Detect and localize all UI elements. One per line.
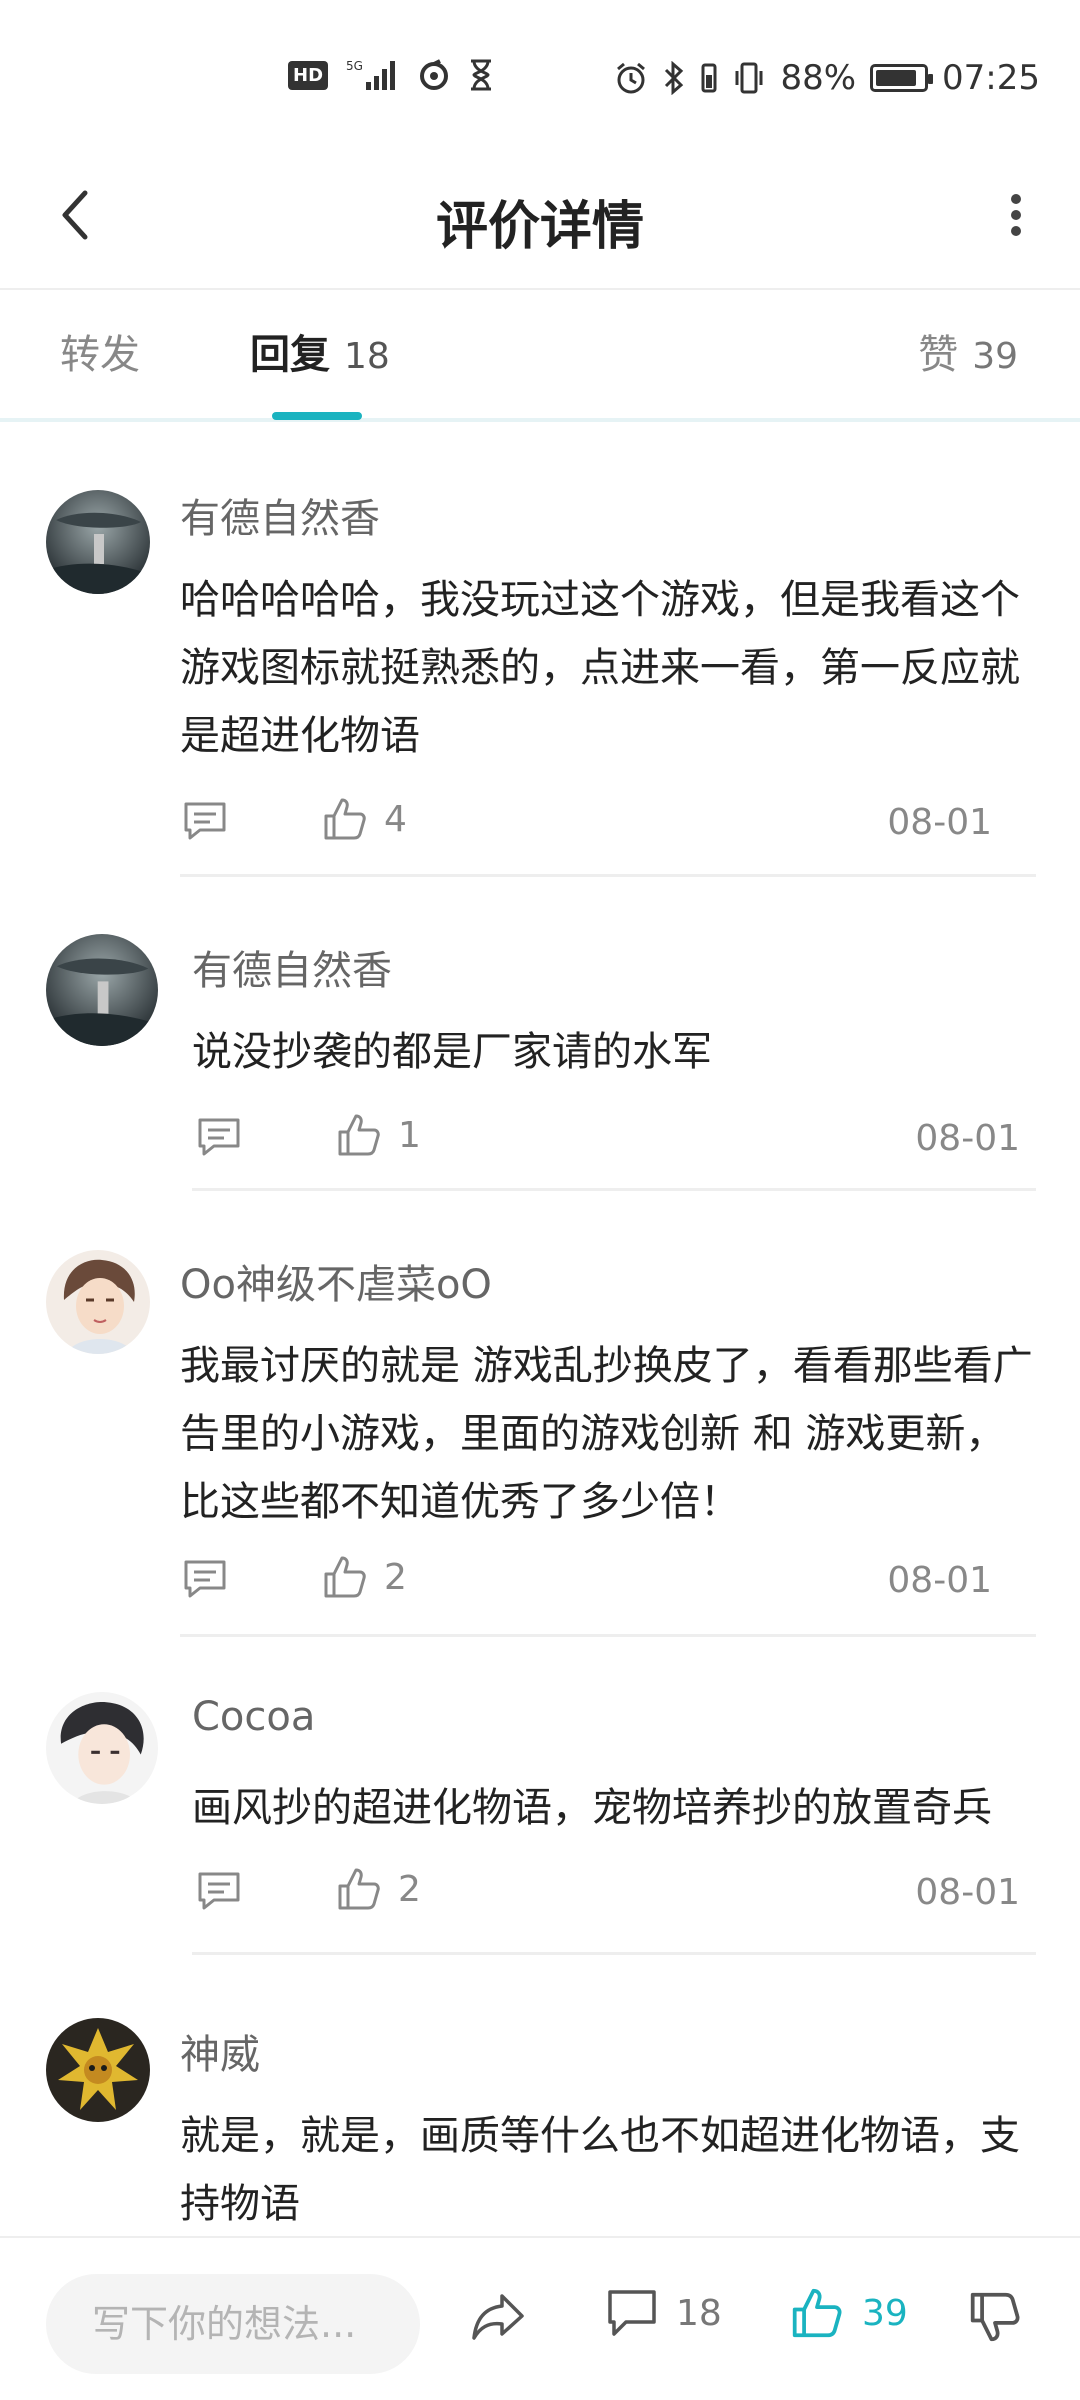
battery-level [876,70,917,86]
tab-like[interactable]: 赞 39 [918,322,1018,380]
like-count: 2 [384,1556,407,1598]
comment-button[interactable]: 18 [606,2288,722,2338]
tab-repost[interactable]: 转发 [60,322,140,380]
like-count: 2 [398,1868,421,1910]
like-count: 4 [384,798,407,840]
thumbs-up-icon [324,1556,366,1598]
battery-percent: 88% [780,58,857,98]
comment-actions: 1 08-01 [196,1106,1056,1166]
like-button[interactable]: 2 [336,1866,421,1912]
bluetooth-icon [662,61,686,95]
like-button[interactable]: 2 [322,1554,407,1600]
divider [192,1952,1036,1955]
hd-icon: HD [288,60,329,90]
avatar[interactable] [46,934,158,1046]
comment-text: 哈哈哈哈哈，我没玩过这个游戏，但是我看这个游戏图标就挺熟悉的，点进来一看，第一反… [180,577,1020,759]
comment-actions: 2 08-01 [196,1860,1056,1920]
avatar[interactable] [46,1250,150,1354]
comment-text: 说没抄袭的都是厂家请的水军 [192,1029,712,1075]
share-icon[interactable] [470,2290,526,2346]
comment-date: 08-01 [887,1560,992,1601]
like-button[interactable]: 39 [790,2286,908,2340]
comment-author[interactable]: 有德自然香 [192,938,392,996]
comment-icon [608,2290,656,2336]
network-label: 5G [346,59,363,73]
tab-reply-label: 回复 [250,332,330,378]
more-vertical-icon [1011,194,1021,236]
tab-like-label: 赞 [918,332,959,378]
divider [180,874,1036,877]
comment-text: 我最讨厌的就是 游戏乱抄换皮了，看看那些看广告里的小游戏，里面的游戏创新 和 游… [180,1343,1033,1525]
thumbs-up-icon [792,2288,842,2338]
battery-icon [870,64,934,92]
like-count: 39 [862,2292,908,2334]
tab-repost-label: 转发 [60,332,140,378]
like-button[interactable]: 1 [336,1112,421,1158]
comment-text: 画风抄的超进化物语，宠物培养抄的放置奇兵 [192,1785,992,1831]
vibrate-icon [732,61,766,95]
comment-actions: 4 08-01 [182,790,1042,850]
thumbs-up-icon [338,1114,380,1156]
comment-count: 18 [676,2292,722,2334]
avatar[interactable] [46,490,150,594]
bottom-action-bar: 18 39 [0,2236,1080,2400]
comment-input[interactable] [46,2274,420,2374]
tab-active-indicator [272,412,362,420]
status-right-icons: 88% 07:25 [614,58,1040,98]
like-count: 1 [398,1114,421,1156]
page-header: 评价详情 [0,150,1080,290]
signal-5g-icon: 5G [346,58,400,92]
thumbs-up-icon [338,1868,380,1910]
more-button[interactable] [986,180,1046,250]
page-title: 评价详情 [435,197,644,257]
comment-author[interactable]: Cocoa [192,1694,315,1740]
tab-reply-count: 18 [344,336,390,377]
clock: 07:25 [942,58,1040,98]
hourglass-icon [468,59,494,91]
reply-icon[interactable] [182,1558,228,1604]
status-left-icons: HD 5G [288,58,494,92]
divider [192,1188,1036,1191]
thumbs-up-icon [324,798,366,840]
comment-author[interactable]: 有德自然香 [180,486,380,544]
status-bar: HD 5G 88% 07:25 [0,0,1080,150]
battery-saver-icon [700,61,718,95]
reply-icon[interactable] [182,800,228,846]
tab-like-count: 39 [972,336,1018,377]
tab-reply[interactable]: 回复 18 [250,322,390,380]
alarm-icon [614,61,648,95]
comment-date: 08-01 [887,802,992,843]
comment-text: 就是，就是，画质等什么也不如超进化物语，支持物语 [180,2113,1020,2227]
avatar[interactable] [46,1692,158,1804]
thumbs-down-icon[interactable] [968,2290,1022,2348]
reply-icon[interactable] [196,1116,242,1162]
app-icon [418,59,450,91]
comment-date: 08-01 [915,1872,1020,1913]
comment-actions: 2 08-01 [182,1548,1042,1608]
reply-icon[interactable] [196,1870,242,1916]
comment-author[interactable]: 神威 [180,2022,260,2080]
tab-bar: 转发 回复 18 赞 39 [0,292,1080,422]
comment-author[interactable]: Oo神级不虐菜oO [180,1252,492,1310]
avatar[interactable] [46,2018,150,2122]
comment-date: 08-01 [915,1118,1020,1159]
like-button[interactable]: 4 [322,796,407,842]
divider [180,1634,1036,1637]
